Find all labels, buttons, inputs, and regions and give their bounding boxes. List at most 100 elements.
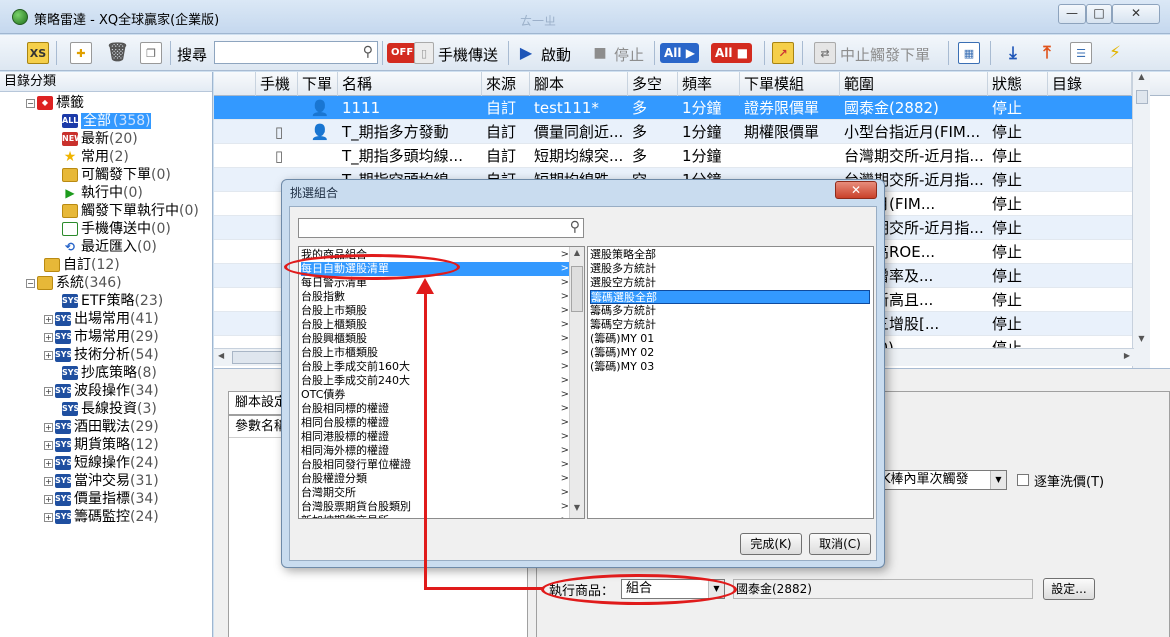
tree-item-etf[interactable]: SYS ETF策略(23) <box>62 292 163 310</box>
tree-item-day-trade[interactable]: + SYS 當沖交易(31) <box>44 472 159 490</box>
tree-item-triggerable[interactable]: 可觸發下單(0) <box>62 166 171 184</box>
tree-item-swing[interactable]: + SYS 波段操作(34) <box>44 382 159 400</box>
stop-all-button[interactable]: All ■ <box>711 43 753 63</box>
group-category-item[interactable]: 台股興櫃類股 > <box>301 332 569 346</box>
group-category-item[interactable]: 相同海外標的權證 > <box>301 444 569 458</box>
group-category-item[interactable]: 相同台股標的權證 > <box>301 416 569 430</box>
scroll-up-icon[interactable]: ▲ <box>1133 72 1150 88</box>
tree-item-custom[interactable]: 自訂(12) <box>44 256 120 274</box>
tree-item-system[interactable]: − 系統(346) <box>26 274 122 292</box>
xs-script-icon[interactable]: XS <box>27 42 49 64</box>
trigger-mode-dropdown[interactable]: K棒內單次觸發 ▼ <box>877 470 1007 490</box>
group-category-item[interactable]: 台股上市類股 > <box>301 304 569 318</box>
scroll-down-icon[interactable]: ▼ <box>1133 334 1150 348</box>
delete-icon[interactable]: 🗑 <box>106 42 129 64</box>
dialog-close-button[interactable]: ✕ <box>835 181 877 199</box>
column-header[interactable]: 腳本 <box>530 72 628 96</box>
tree-item-bottom-fishing[interactable]: SYS 抄底策略(8) <box>62 364 157 382</box>
upload-icon[interactable]: ⤒ <box>1036 42 1058 64</box>
group-category-item[interactable]: 台灣股票期貨台股類別 > <box>301 500 569 514</box>
tree-item-tag[interactable]: − ◆ 標籤 <box>26 94 84 112</box>
group-item[interactable]: (籌碼)MY 03 <box>590 360 870 374</box>
stop-trigger-order-button[interactable]: 中止觸發下單 <box>840 44 930 65</box>
group-category-item[interactable]: 台股上櫃類股 > <box>301 318 569 332</box>
column-header[interactable]: 名稱 <box>338 72 482 96</box>
scroll-thumb[interactable] <box>571 266 583 312</box>
finish-button[interactable]: 完成(K) <box>740 533 802 555</box>
group-category-item[interactable]: 新加坡期貨交易所 > <box>301 514 569 518</box>
group-item[interactable]: (籌碼)MY 01 <box>590 332 870 346</box>
column-header[interactable]: 範圍 <box>840 72 988 96</box>
expand-icon[interactable]: + <box>44 314 53 324</box>
group-item[interactable]: 選股多方統計 <box>590 262 870 276</box>
collapse-icon[interactable]: − <box>26 98 35 108</box>
per-fill-checkbox[interactable] <box>1017 474 1029 486</box>
expand-icon[interactable]: + <box>44 512 53 522</box>
tree-item-new[interactable]: NEW最新(20) <box>62 130 138 148</box>
search-input[interactable]: ⚲ <box>214 41 378 64</box>
copy-icon[interactable]: ❐ <box>140 42 162 64</box>
column-header[interactable]: 多空 <box>628 72 678 96</box>
scroll-right-icon[interactable]: ▶ <box>1124 351 1130 360</box>
new-strategy-icon[interactable]: ✚ <box>70 42 92 64</box>
group-item[interactable]: (籌碼)MY 02 <box>590 346 870 360</box>
table-row[interactable]: 👤 1111 自訂 test111* 多 1分鐘 證券限價單 國泰金(2882) 停止 <box>214 96 1132 120</box>
mobile-send-button[interactable]: 手機傳送 <box>438 44 498 65</box>
group-item[interactable]: 籌碼選股全部 <box>590 290 870 304</box>
tree-item-long-term[interactable]: SYS 長線投資(3) <box>62 400 157 418</box>
expand-icon[interactable]: + <box>44 476 53 486</box>
group-category-item[interactable]: 台股上季成交前240大 > <box>301 374 569 388</box>
minimize-button[interactable]: — <box>1058 4 1086 24</box>
export-folder-icon[interactable]: ↗ <box>772 42 794 64</box>
tree-item-technical[interactable]: + SYS 技術分析(54) <box>44 346 159 364</box>
group-category-item[interactable]: 台股權證分類 > <box>301 472 569 486</box>
group-category-item[interactable]: 台股相同發行單位權證 > <box>301 458 569 472</box>
expand-icon[interactable]: + <box>44 350 53 360</box>
group-category-item[interactable]: 台股指數 > <box>301 290 569 304</box>
stop-button[interactable]: 停止 <box>614 44 644 65</box>
search-icon[interactable]: ⚲ <box>363 44 373 60</box>
lightning-icon[interactable]: ⚡ <box>1104 42 1126 64</box>
maximize-button[interactable]: □ <box>1086 4 1112 24</box>
tree-item-exit-common[interactable]: + SYS 出場常用(41) <box>44 310 159 328</box>
scroll-left-icon[interactable]: ◀ <box>218 351 224 360</box>
download-icon[interactable]: ⤓ <box>1002 42 1024 64</box>
calculator-icon[interactable]: ▦ <box>958 42 980 64</box>
column-header[interactable]: 下單 <box>298 72 338 96</box>
tree-item-chip-monitor[interactable]: + SYS 籌碼監控(24) <box>44 508 159 526</box>
tree-item-trigger-running[interactable]: 觸發下單執行中(0) <box>62 202 199 220</box>
column-header[interactable]: 頻率 <box>678 72 740 96</box>
expand-icon[interactable]: + <box>44 386 53 396</box>
group-category-item[interactable]: 台灣期交所 > <box>301 486 569 500</box>
expand-icon[interactable]: + <box>44 440 53 450</box>
group-category-item[interactable]: 台股上季成交前160大 > <box>301 360 569 374</box>
off-toggle-button[interactable]: OFF <box>387 43 418 63</box>
column-header[interactable]: 狀態 <box>988 72 1048 96</box>
group-category-item[interactable]: 台股上市櫃類股 > <box>301 346 569 360</box>
group-category-item[interactable]: OTC債券 > <box>301 388 569 402</box>
tree-item-market-common[interactable]: + SYS 市場常用(29) <box>44 328 159 346</box>
scroll-up-icon[interactable]: ▲ <box>570 248 584 262</box>
tree-item-futures[interactable]: + SYS 期貨策略(12) <box>44 436 159 454</box>
grid-vertical-scrollbar[interactable]: ▲ ▼ <box>1132 72 1150 368</box>
tree-item-mobile-sending[interactable]: 手機傳送中(0) <box>62 220 171 238</box>
table-row[interactable]: ▯ 👤 T_期指多方發動 自訂 價量同創近... 多 1分鐘 期權限價單 小型台指近月(FIM.… <box>214 120 1132 144</box>
tree-item-short-term[interactable]: + SYS 短線操作(24) <box>44 454 159 472</box>
close-window-button[interactable]: ✕ <box>1112 4 1160 24</box>
group-item[interactable]: 籌碼空方統計 <box>590 318 870 332</box>
search-icon[interactable]: ⚲ <box>570 219 580 235</box>
scroll-thumb[interactable] <box>1136 90 1148 104</box>
group-category-item[interactable]: 台股相同標的權證 > <box>301 402 569 416</box>
expand-icon[interactable]: + <box>44 458 53 468</box>
expand-icon[interactable]: + <box>44 332 53 342</box>
tree-item-all[interactable]: ALL 全部 (358) <box>62 112 151 130</box>
column-header[interactable]: 來源 <box>482 72 530 96</box>
group-item[interactable]: 選股空方統計 <box>590 276 870 290</box>
play-icon[interactable]: ▶ <box>518 42 534 64</box>
collapse-icon[interactable]: − <box>26 278 35 288</box>
tree-item-favorite[interactable]: ★ 常用(2) <box>62 148 129 166</box>
table-row[interactable]: ▯ T_期指多頭均線... 自訂 短期均線突... 多 1分鐘 台灣期交所-近月指... 停止 <box>214 144 1132 168</box>
cancel-button[interactable]: 取消(C) <box>809 533 871 555</box>
dialog-search-input[interactable]: ⚲ <box>298 218 584 238</box>
column-header[interactable]: 下單模組 <box>740 72 840 96</box>
